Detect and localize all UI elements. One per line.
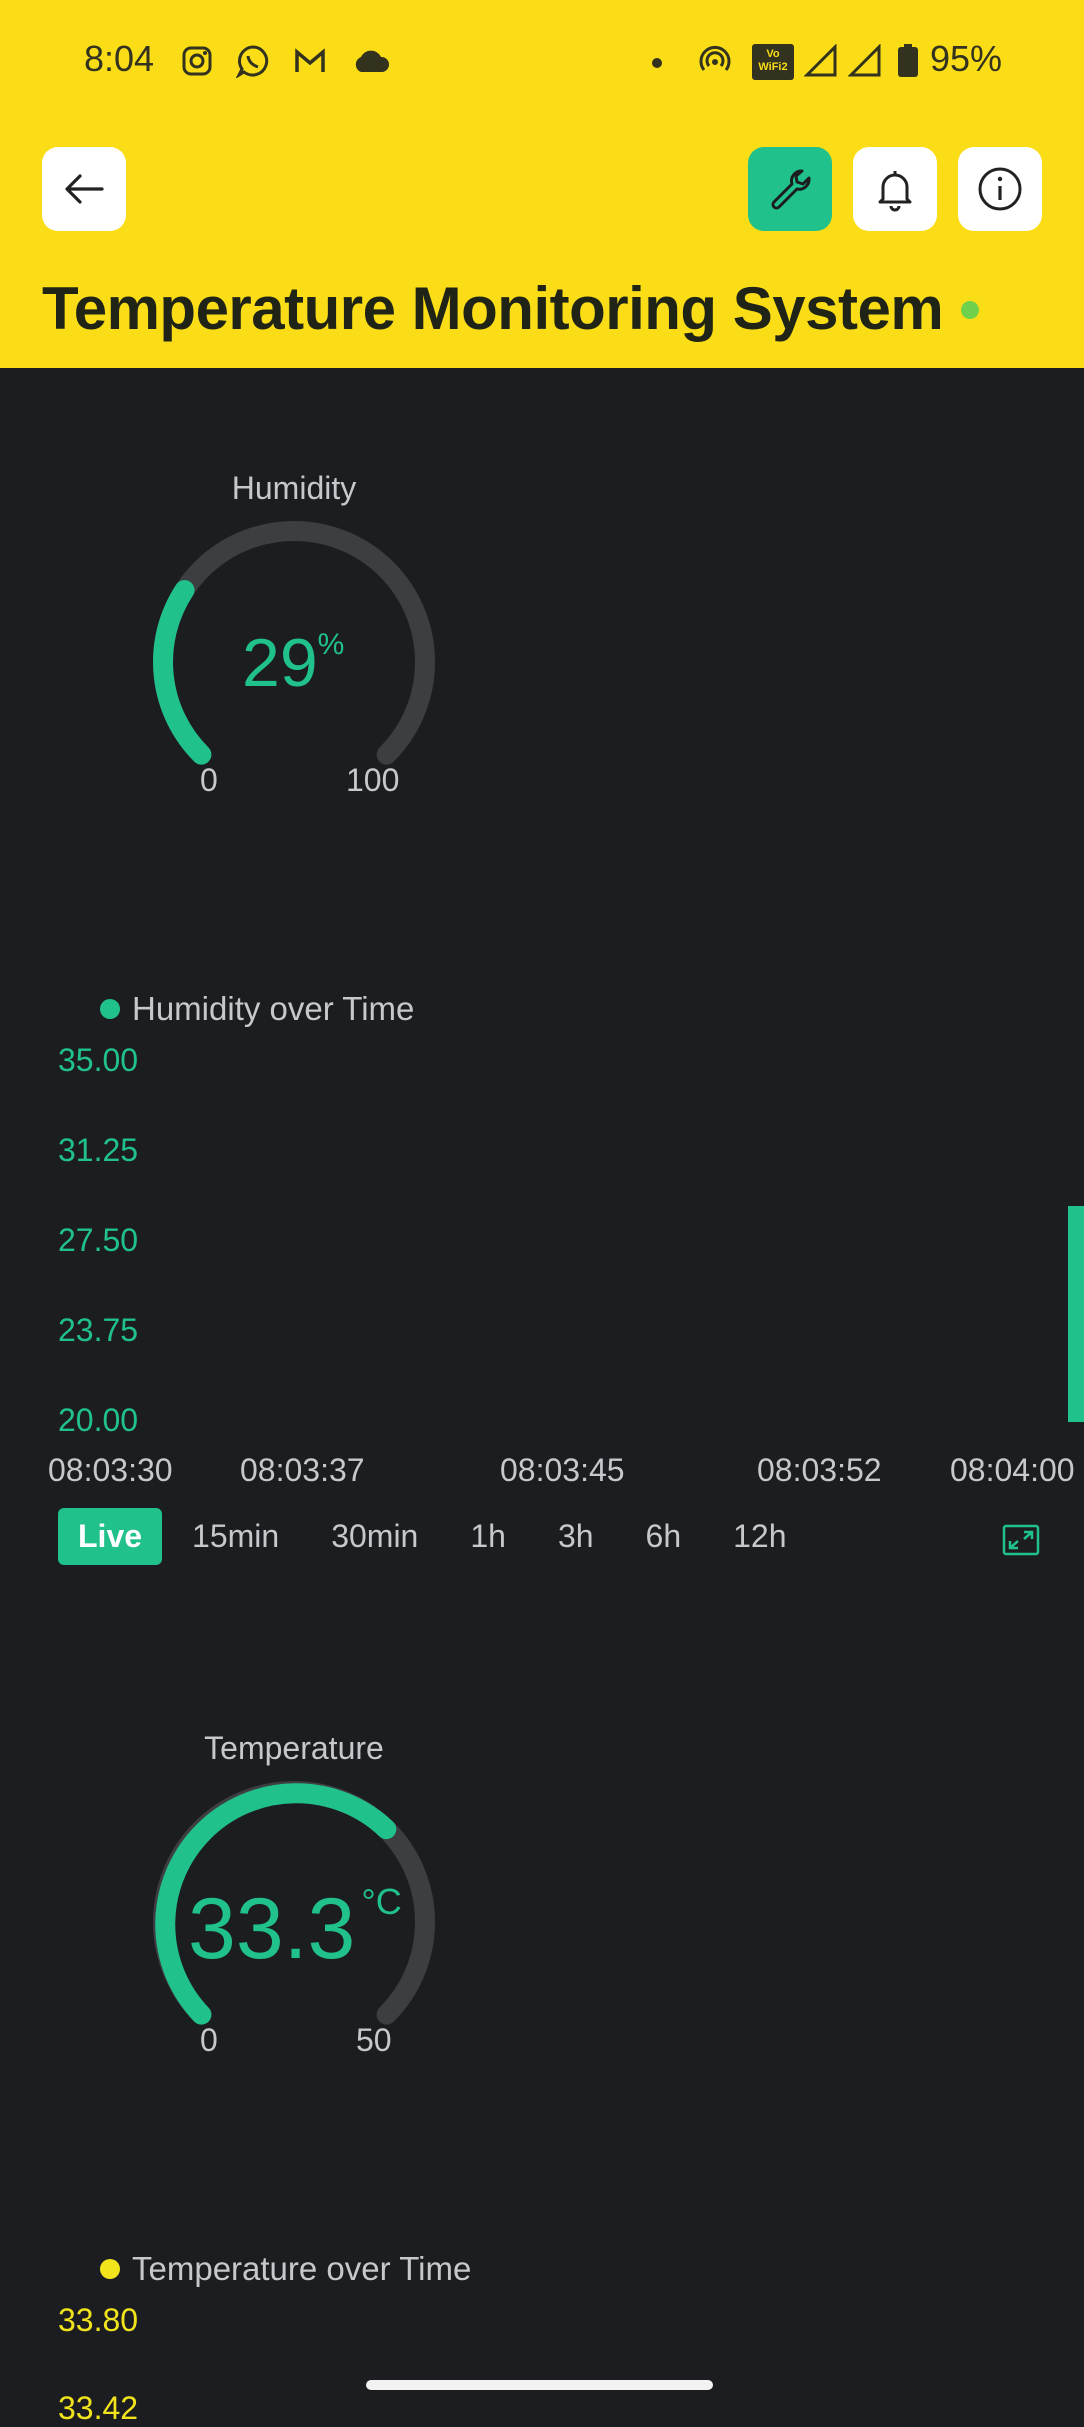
y-tick: 23.75 — [58, 1312, 139, 1348]
range-12h[interactable]: 12h — [733, 1510, 786, 1563]
gauge-unit: % — [317, 628, 345, 661]
range-live[interactable]: Live — [58, 1508, 163, 1565]
status-bar: 8:04 Vo WiFi2 95% — [0, 0, 1084, 120]
home-indicator[interactable] — [366, 2380, 713, 2390]
dot-icon — [652, 58, 662, 68]
hotspot-icon — [699, 45, 731, 71]
back-button[interactable] — [42, 147, 126, 231]
time-range-selector: Live 15min 30min 1h 3h 6h 12h — [58, 1508, 839, 1565]
x-tick: 08:03:45 — [500, 1452, 625, 1488]
x-tick: 08:03:52 — [757, 1452, 882, 1488]
y-tick: 31.25 — [58, 1132, 139, 1168]
range-6h[interactable]: 6h — [646, 1510, 682, 1563]
battery-icon — [898, 44, 918, 77]
chart-legend: Temperature over Time — [100, 2250, 471, 2288]
gauge-value-wrap: 33.3 °C — [188, 1880, 402, 1979]
legend-dot — [100, 2259, 120, 2279]
battery-percent: 95% — [930, 38, 1003, 79]
info-button[interactable] — [958, 147, 1042, 231]
signal-icon — [804, 44, 837, 77]
y-tick: 27.50 — [58, 1222, 139, 1258]
y-tick: 35.00 — [58, 1042, 139, 1078]
gauge-min: 0 — [200, 2022, 218, 2058]
device-status-dot — [961, 301, 979, 319]
range-1h[interactable]: 1h — [470, 1510, 506, 1563]
legend-label: Temperature over Time — [132, 2250, 472, 2287]
signal-icon — [848, 44, 881, 77]
gauge-max: 100 — [346, 762, 400, 798]
gauge-min: 0 — [200, 762, 218, 798]
bell-icon — [878, 171, 912, 212]
legend-label: Humidity over Time — [132, 990, 415, 1027]
y-tick: 20.00 — [58, 1402, 139, 1438]
status-time: 8:04 — [84, 38, 155, 79]
range-3h[interactable]: 3h — [558, 1510, 594, 1563]
info-icon — [978, 167, 1022, 211]
expand-icon[interactable] — [1002, 1524, 1040, 1556]
arrow-left-icon — [65, 174, 104, 204]
wrench-icon — [771, 169, 811, 210]
gauge-title: Humidity — [231, 470, 357, 506]
settings-button[interactable] — [748, 147, 832, 231]
notifications-button[interactable] — [853, 147, 937, 231]
gauge-value-wrap: 29% — [242, 624, 344, 702]
app-header: 8:04 Vo WiFi2 95% Temperature Monitoring… — [0, 0, 1084, 368]
gmail-icon — [295, 48, 325, 72]
y-tick: 33.42 — [58, 2390, 139, 2426]
gauge-value: 33.3 — [188, 1881, 356, 1977]
legend-dot — [100, 999, 120, 1019]
gauge-unit: °C — [361, 1881, 402, 1922]
gauge-value: 29 — [242, 625, 318, 701]
chart-legend: Humidity over Time — [100, 990, 414, 1028]
scrollbar-thumb[interactable] — [1068, 1206, 1084, 1422]
gauge-fill — [153, 580, 212, 765]
cloud-icon — [355, 50, 390, 72]
gauge-title: Temperature — [204, 1730, 384, 1766]
whatsapp-icon — [236, 45, 269, 78]
gauge-max: 50 — [356, 2022, 392, 2058]
y-tick: 33.80 — [58, 2302, 139, 2338]
x-tick: 08:03:37 — [240, 1452, 365, 1488]
range-15min[interactable]: 15min — [192, 1510, 279, 1563]
x-tick: 08:04:00 — [950, 1452, 1075, 1488]
vowifi-icon: Vo WiFi2 — [752, 44, 794, 80]
instagram-icon — [182, 46, 212, 76]
range-30min[interactable]: 30min — [331, 1510, 418, 1563]
page-title: Temperature Monitoring System — [42, 275, 944, 342]
x-tick: 08:03:30 — [48, 1452, 173, 1488]
